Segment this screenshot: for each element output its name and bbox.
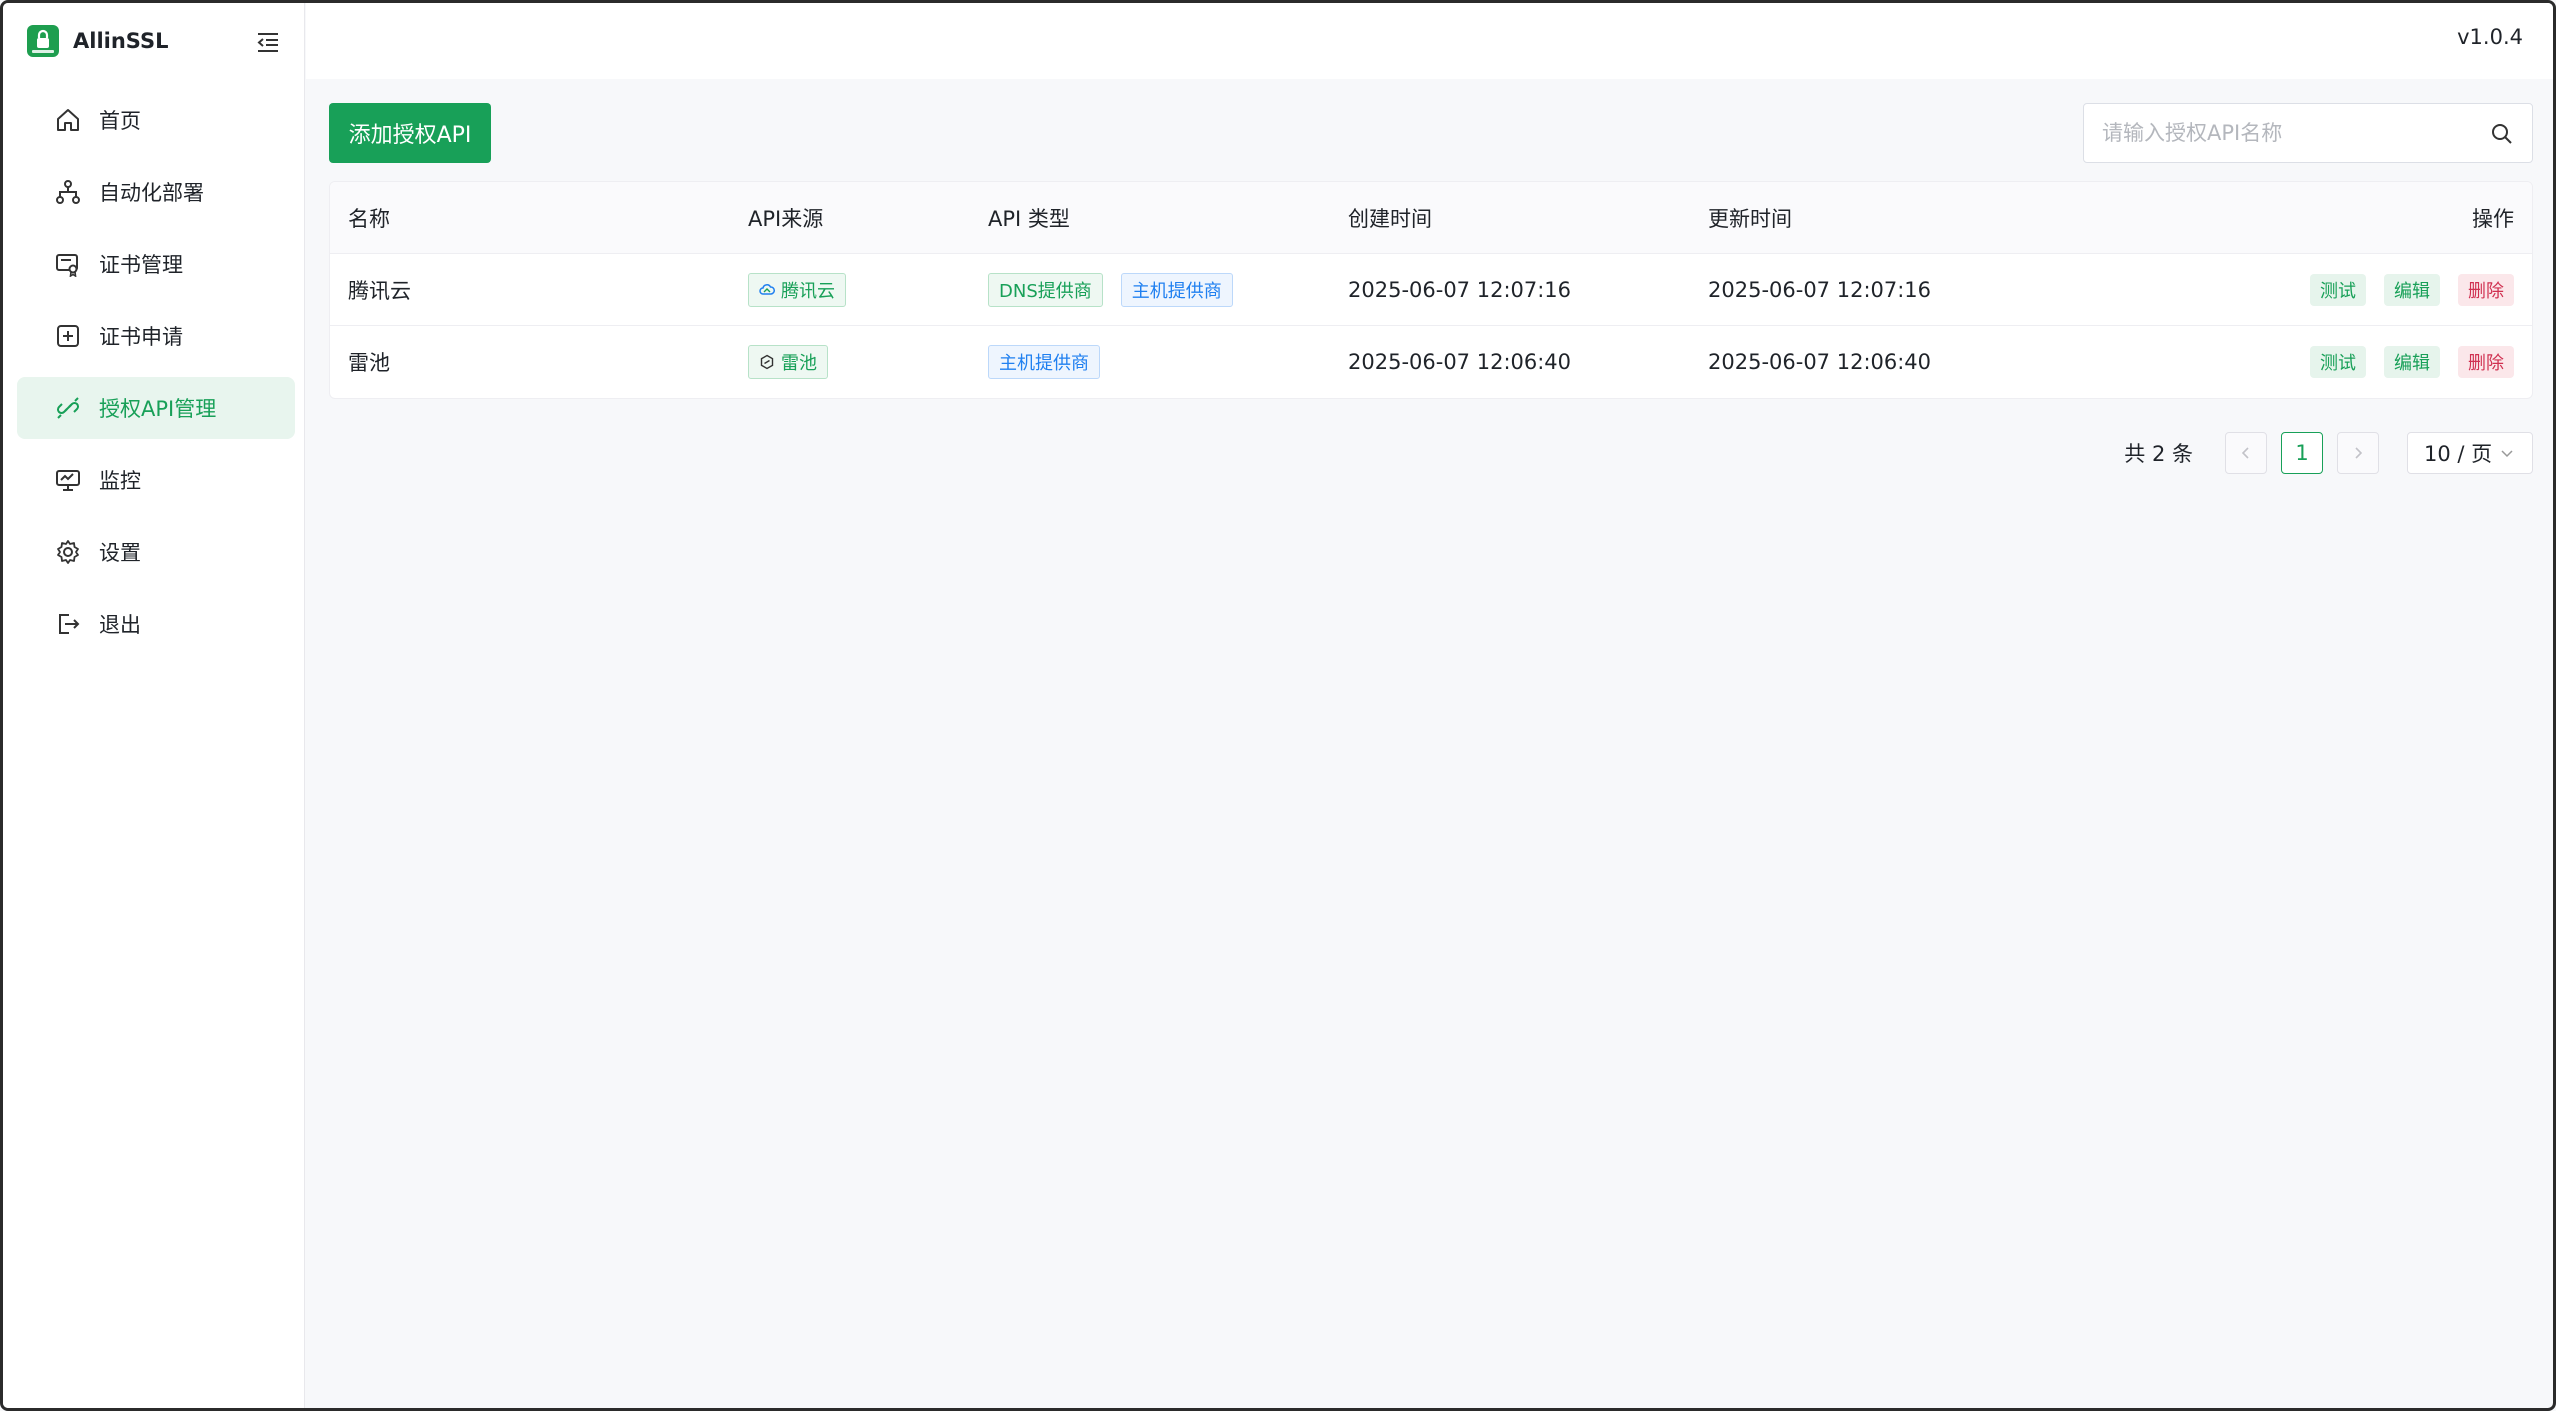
sidebar-item-settings[interactable]: 设置 xyxy=(17,521,295,583)
sidebar-item-label: 首页 xyxy=(99,109,141,133)
edit-button[interactable]: 编辑 xyxy=(2384,346,2440,378)
sidebar-item-label: 授权API管理 xyxy=(99,397,217,421)
row-updated: 2025-06-07 12:06:40 xyxy=(1708,350,1932,374)
sidebar: AllinSSL 首页 自动化部署 证书管理 证书申请 授权API管理 监控 设… xyxy=(3,3,305,1408)
row-updated: 2025-06-07 12:07:16 xyxy=(1708,277,1932,302)
monitor-icon xyxy=(56,470,80,491)
collapse-sidebar-button[interactable] xyxy=(253,27,283,57)
app-name: AllinSSL xyxy=(73,29,169,53)
prev-page-button[interactable] xyxy=(2225,432,2267,474)
table-row: 雷池 雷池 主机提供商 2025-06-07 12:06:40 2025-06-… xyxy=(330,326,2532,398)
header-source: API来源 xyxy=(748,206,824,231)
next-page-button[interactable] xyxy=(2337,432,2379,474)
row-created: 2025-06-07 12:07:16 xyxy=(1348,277,1572,302)
header-type: API 类型 xyxy=(988,206,1070,231)
type-tag-host: 主机提供商 xyxy=(1120,272,1233,307)
page-size-value: 10 / 页 xyxy=(2424,442,2493,466)
lock-icon xyxy=(27,25,59,57)
sidebar-item-home[interactable]: 首页 xyxy=(17,89,295,151)
sidebar-item-monitor[interactable]: 监控 xyxy=(17,449,295,511)
delete-button[interactable]: 删除 xyxy=(2458,273,2514,306)
api-table: 名称 API来源 API 类型 创建时间 更新时间 操作 腾讯云 腾讯云 DNS… xyxy=(329,181,2533,399)
sidebar-item-label: 证书申请 xyxy=(99,325,183,349)
source-tag-label: 雷池 xyxy=(781,353,817,374)
row-source: 雷池 xyxy=(748,345,828,379)
sidebar-nav: 首页 自动化部署 证书管理 证书申请 授权API管理 监控 设置 退出 xyxy=(17,89,295,665)
home-icon xyxy=(57,109,79,131)
sidebar-item-auto-deploy[interactable]: 自动化部署 xyxy=(17,161,295,223)
row-created: 2025-06-07 12:06:40 xyxy=(1348,350,1572,374)
total-count: 共 2 条 xyxy=(2124,442,2193,466)
header-name: 名称 xyxy=(348,206,390,231)
search-box xyxy=(2083,103,2533,163)
header-ops: 操作 xyxy=(2472,206,2514,231)
version-label: v1.0.4 xyxy=(2457,25,2523,49)
cloud-icon xyxy=(759,283,775,295)
gear-icon xyxy=(57,540,79,564)
source-tag: 腾讯云 xyxy=(748,272,846,307)
sidebar-item-api-manage[interactable]: 授权API管理 xyxy=(17,377,295,439)
page-size-select[interactable]: 10 / 页 xyxy=(2407,432,2533,474)
workflow-icon xyxy=(56,180,80,204)
header-updated: 更新时间 xyxy=(1708,206,1792,231)
table-row: 腾讯云 腾讯云 DNS提供商 主机提供商 2025-06-07 12:07:16 xyxy=(330,254,2532,326)
search-icon[interactable] xyxy=(2490,122,2514,146)
sidebar-item-cert-apply[interactable]: 证书申请 xyxy=(17,305,295,367)
menu-fold-icon xyxy=(257,33,278,52)
row-ops: 测试 编辑 删除 xyxy=(2310,346,2514,378)
chevron-down-icon xyxy=(2501,450,2513,458)
plus-square-icon xyxy=(57,325,79,347)
header-created: 创建时间 xyxy=(1348,206,1432,231)
row-types: DNS提供商 主机提供商 xyxy=(988,272,1233,307)
hexagon-icon xyxy=(760,354,774,370)
certificate-icon xyxy=(56,254,78,277)
app-window: AllinSSL 首页 自动化部署 证书管理 证书申请 授权API管理 监控 设… xyxy=(0,0,2556,1411)
add-api-button[interactable]: 添加授权API xyxy=(329,103,491,163)
sidebar-item-cert-manage[interactable]: 证书管理 xyxy=(17,233,295,295)
edit-button[interactable]: 编辑 xyxy=(2384,273,2440,306)
row-ops: 测试 编辑 删除 xyxy=(2310,273,2514,306)
row-types: 主机提供商 xyxy=(988,345,1100,379)
chevron-right-icon xyxy=(2355,447,2363,459)
sidebar-item-logout[interactable]: 退出 xyxy=(17,593,295,655)
type-tag-host: 主机提供商 xyxy=(988,345,1100,379)
page-button-current[interactable]: 1 xyxy=(2281,432,2323,474)
search-input[interactable] xyxy=(2084,104,2484,162)
sidebar-item-label: 监控 xyxy=(99,469,141,493)
api-link-icon xyxy=(56,397,80,419)
sidebar-item-label: 证书管理 xyxy=(99,253,183,277)
sidebar-item-label: 退出 xyxy=(99,613,141,637)
sidebar-item-label: 设置 xyxy=(99,541,141,565)
pagination: 共 2 条 1 10 / 页 xyxy=(2124,431,2533,475)
delete-button[interactable]: 删除 xyxy=(2458,346,2514,378)
type-tag-dns: DNS提供商 xyxy=(988,272,1103,307)
chevron-left-icon xyxy=(2241,447,2249,459)
table-header-row: 名称 API来源 API 类型 创建时间 更新时间 操作 xyxy=(330,182,2532,254)
test-button[interactable]: 测试 xyxy=(2310,346,2366,378)
test-button[interactable]: 测试 xyxy=(2310,273,2366,306)
row-name: 腾讯云 xyxy=(348,278,411,303)
source-tag: 雷池 xyxy=(748,345,828,379)
brand: AllinSSL xyxy=(27,23,168,59)
sidebar-item-label: 自动化部署 xyxy=(99,181,204,205)
row-name: 雷池 xyxy=(348,351,390,375)
source-tag-label: 腾讯云 xyxy=(781,280,835,302)
top-header: v1.0.4 xyxy=(306,3,2553,79)
logout-icon xyxy=(59,614,80,634)
row-source: 腾讯云 xyxy=(748,272,846,307)
